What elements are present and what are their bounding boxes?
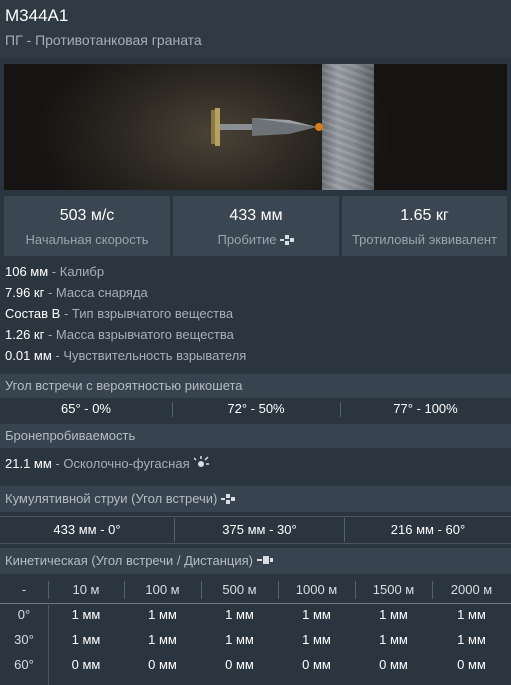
table-cell: 1 мм [71,632,101,647]
cumulative-cell: 375 мм - 30° [175,518,345,542]
ricochet-section-header: Угол встречи с вероятностью рикошета [0,374,511,398]
stat-label: Начальная скорость [25,232,149,247]
cumulative-cell: 216 мм - 60° [390,522,466,537]
properties-list: 106 мм - Калибр 7.96 кг - Масса снаряда … [5,263,246,368]
table-column-header: 2000 м [450,582,493,597]
stat-label: Пробитие [173,232,339,249]
shaped-charge-icon [280,234,295,249]
cumulative-cell: 433 мм - 0° [0,518,175,542]
table-cell: 1 мм [302,607,331,622]
table-column-header: 1000 м [295,582,338,597]
table-cell: 1 мм [379,632,408,647]
table-cell: 0 мм [148,657,177,672]
ricochet-cell: 72° - 50% [227,401,285,416]
table-cell: 1 мм [225,607,254,622]
table-cell: 0 мм [457,657,486,672]
table-cell: 0 мм [225,657,254,672]
ammo-title: M344A1 [5,6,69,25]
property-shell-mass: 7.96 кг - Масса снаряда [5,285,148,300]
table-column-header: 1500 м [372,582,415,597]
ricochet-row: 65° - 0% 72° - 50% 77° - 100% [0,399,511,421]
table-row-label: 0° [17,607,31,622]
table-cell: 1 мм [302,632,331,647]
property-explosive-type: Состав B - Тип взрывчатого вещества [5,306,234,321]
table-cell: 0 мм [379,657,408,672]
he-burst-icon [193,455,210,477]
table-corner: - [21,582,27,597]
ammo-subtitle: ПГ - Противотанковая граната [5,32,202,48]
table-cell: 0 мм [302,657,331,672]
kinetic-section-header: Кинетическая (Угол встречи / Дистанция) [0,548,511,574]
table-cell: 0 мм [71,657,101,672]
cumulative-section-header: Кумулятивной струи (Угол встречи) [0,486,511,512]
cumulative-row: 433 мм - 0° 375 мм - 30° 216 мм - 60° [0,518,511,542]
he-penetration-row: 21.1 мм - Осколочно-фугасная [5,454,210,477]
projectile-preview-image [4,64,507,190]
stat-muzzle-velocity: 503 м/с Начальная скорость [4,196,170,256]
property-fuse-sensitivity: 0.01 мм - Чувствительность взрывателя [5,348,247,363]
ricochet-cell: 77° - 100% [393,401,458,416]
table-cell: 1 мм [71,607,101,622]
stat-value: 433 мм [229,207,283,224]
divider [0,603,511,604]
table-cell: 1 мм [457,632,486,647]
table-cell: 1 мм [148,632,177,647]
property-explosive-mass: 1.26 кг - Масса взрывчатого вещества [5,327,234,342]
table-cell: 1 мм [225,632,254,647]
penetration-section-header: Бронепробиваемость [0,424,511,448]
ricochet-cell: 65° - 0% [60,401,111,416]
table-column-header: 500 м [222,582,257,597]
table-column-header: 10 м [72,582,100,597]
table-cell: 1 мм [457,607,486,622]
table-cell: 1 мм [379,607,408,622]
table-row-label: 30° [14,632,34,647]
shaped-charge-icon [221,488,236,514]
armor-piercing-icon [256,550,273,576]
stat-penetration: 433 мм Пробитие [173,196,339,256]
stat-label: Тротиловый эквивалент [351,232,498,247]
projectile-graphic [211,108,323,146]
header: M344A1 ПГ - Противотанковая граната [0,0,511,58]
stat-tnt-equivalent: 1.65 кг Тротиловый эквивалент [342,196,507,256]
table-cell: 1 мм [148,607,177,622]
divider [0,516,511,517]
table-row-label: 60° [14,657,34,672]
armor-plate-graphic [322,64,374,190]
table-column-header: 100 м [145,582,180,597]
stat-value: 1.65 кг [400,207,449,224]
divider [0,543,511,544]
property-caliber: 106 мм - Калибр [5,264,105,279]
stat-value: 503 м/с [59,207,115,224]
